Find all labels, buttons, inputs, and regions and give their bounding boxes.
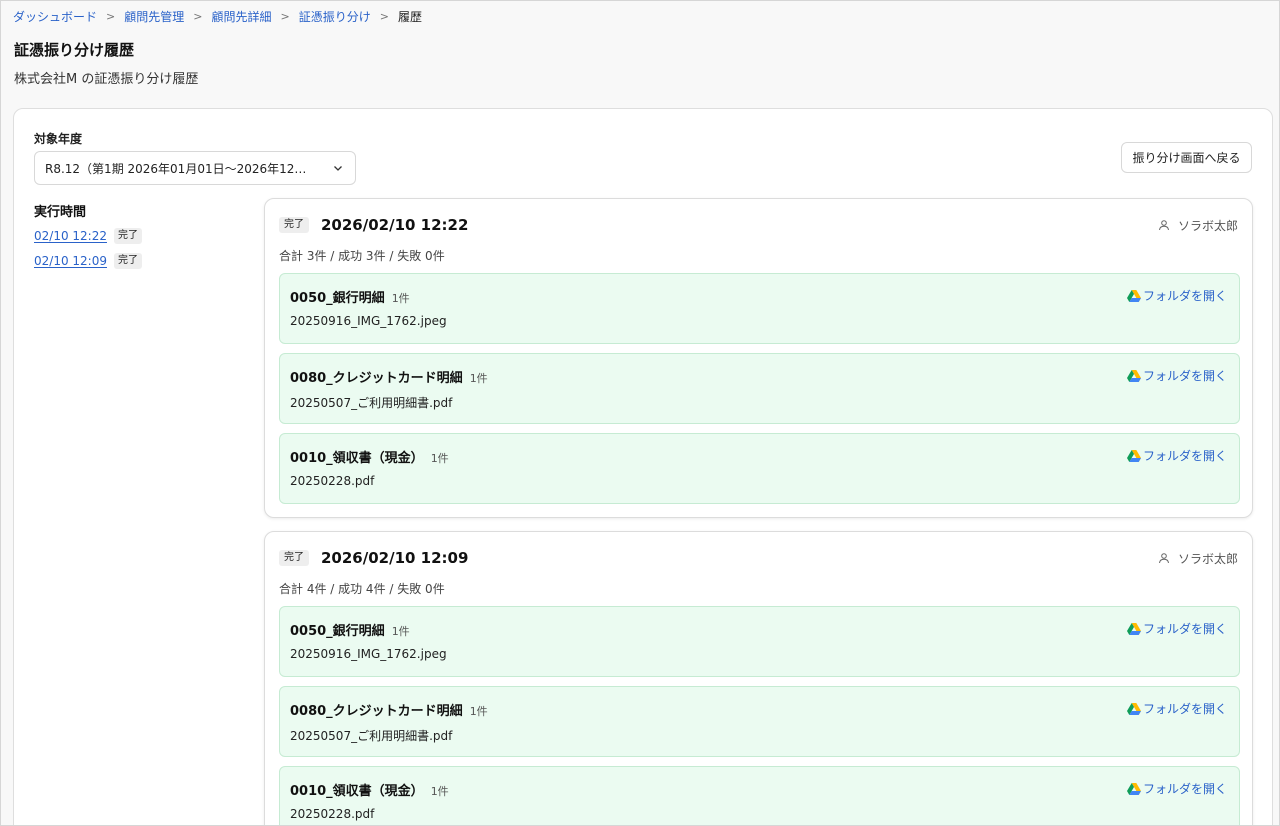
category-count: 1件 xyxy=(391,292,410,305)
category-count: 1件 xyxy=(430,785,449,798)
category-card: 0050_銀行明細 1件 20250916_IMG_1762.jpeg フォルダを… xyxy=(279,606,1240,677)
open-folder-label: フォルダを開く xyxy=(1142,782,1227,796)
page-subtitle: 株式会社M の証憑振り分け履歴 xyxy=(14,72,199,87)
category-name: 0010_領収書（現金） 1件 xyxy=(290,780,449,799)
category-list: 0050_銀行明細 1件 20250916_IMG_1762.jpeg フォルダを… xyxy=(279,273,1240,513)
open-folder-link[interactable]: フォルダを開く xyxy=(1126,620,1227,637)
history-panel: 対象年度 R8.12（第1期 2026年01月01日～2026年12… 振り分け… xyxy=(13,108,1273,825)
category-name-text: 0010_領収書（現金） xyxy=(290,451,424,466)
category-name-text: 0080_クレジットカード明細 xyxy=(290,371,463,386)
category-file: 20250916_IMG_1762.jpeg xyxy=(290,647,447,661)
breadcrumb-separator: > xyxy=(193,9,203,23)
category-name-text: 0050_銀行明細 xyxy=(290,291,385,306)
run-user: ソラボ太郎 xyxy=(1158,550,1238,567)
status-badge: 完了 xyxy=(279,550,309,566)
category-name-text: 0050_銀行明細 xyxy=(290,624,385,639)
page-title: 証憑振り分け履歴 xyxy=(14,41,135,59)
google-drive-icon xyxy=(1126,289,1141,302)
category-file: 20250507_ご利用明細書.pdf xyxy=(290,396,453,410)
breadcrumb-history: 履歴 xyxy=(397,9,422,24)
run-user-name: ソラボ太郎 xyxy=(1177,218,1238,233)
breadcrumb-separator: > xyxy=(106,9,116,23)
run-card: 完了 2026/02/10 12:22 ソラボ太郎 合計 3件 / 成功 3件 … xyxy=(264,198,1253,518)
breadcrumb-separator: > xyxy=(379,9,389,23)
run-header: 完了 2026/02/10 12:09 ソラボ太郎 xyxy=(279,548,1238,568)
open-folder-label: フォルダを開く xyxy=(1142,622,1227,636)
google-drive-icon xyxy=(1126,782,1141,795)
breadcrumb-dashboard[interactable]: ダッシュボード xyxy=(13,8,97,25)
open-folder-label: フォルダを開く xyxy=(1142,702,1227,716)
open-folder-label: フォルダを開く xyxy=(1142,449,1227,463)
open-folder-link[interactable]: フォルダを開く xyxy=(1126,780,1227,797)
run-summary: 合計 4件 / 成功 4件 / 失敗 0件 xyxy=(279,582,445,596)
breadcrumb-clients[interactable]: 顧問先管理 xyxy=(124,8,184,25)
run-time-list: 02/10 12:22 完了 02/10 12:09 完了 xyxy=(34,227,142,277)
google-drive-icon xyxy=(1126,622,1141,635)
category-name-text: 0080_クレジットカード明細 xyxy=(290,704,463,719)
google-drive-icon xyxy=(1126,702,1141,715)
category-name: 0080_クレジットカード明細 1件 xyxy=(290,367,488,386)
fiscal-year-label: 対象年度 xyxy=(34,132,83,146)
category-count: 1件 xyxy=(430,452,449,465)
run-time-item[interactable]: 02/10 12:22 完了 xyxy=(34,227,142,245)
open-folder-label: フォルダを開く xyxy=(1142,289,1227,303)
app-window: ダッシュボード > 顧問先管理 > 顧問先詳細 > 証憑振り分け > 履歴 証憑… xyxy=(0,0,1280,826)
open-folder-link[interactable]: フォルダを開く xyxy=(1126,447,1227,464)
category-card: 0050_銀行明細 1件 20250916_IMG_1762.jpeg フォルダを… xyxy=(279,273,1240,344)
breadcrumb: ダッシュボード > 顧問先管理 > 顧問先詳細 > 証憑振り分け > 履歴 xyxy=(13,7,422,25)
open-folder-link[interactable]: フォルダを開く xyxy=(1126,287,1227,304)
chevron-down-icon xyxy=(334,166,342,171)
category-name: 0050_銀行明細 1件 xyxy=(290,287,410,306)
breadcrumb-sorting[interactable]: 証憑振り分け xyxy=(299,8,371,25)
run-time-list-title: 実行時間 xyxy=(34,205,87,220)
category-name-text: 0010_領収書（現金） xyxy=(290,784,424,799)
category-file: 20250228.pdf xyxy=(290,474,375,488)
google-drive-icon xyxy=(1126,449,1141,462)
run-datetime: 2026/02/10 12:22 xyxy=(321,216,469,234)
run-time-link[interactable]: 02/10 12:09 xyxy=(34,254,107,268)
fiscal-year-select[interactable]: R8.12（第1期 2026年01月01日～2026年12… xyxy=(34,151,356,185)
category-card: 0080_クレジットカード明細 1件 20250507_ご利用明細書.pdf フォ… xyxy=(279,686,1240,757)
category-card: 0010_領収書（現金） 1件 20250228.pdf フォルダを開く xyxy=(279,433,1240,504)
back-to-sorting-button[interactable]: 振り分け画面へ戻る xyxy=(1121,142,1252,173)
run-time-link[interactable]: 02/10 12:22 xyxy=(34,229,107,243)
category-card: 0080_クレジットカード明細 1件 20250507_ご利用明細書.pdf フォ… xyxy=(279,353,1240,424)
open-folder-link[interactable]: フォルダを開く xyxy=(1126,367,1227,384)
run-time-item[interactable]: 02/10 12:09 完了 xyxy=(34,252,142,270)
category-file: 20250228.pdf xyxy=(290,807,375,821)
status-badge: 完了 xyxy=(113,228,142,244)
run-user-name: ソラボ太郎 xyxy=(1177,551,1238,566)
run-header: 完了 2026/02/10 12:22 ソラボ太郎 xyxy=(279,215,1238,235)
category-list: 0050_銀行明細 1件 20250916_IMG_1762.jpeg フォルダを… xyxy=(279,606,1240,825)
open-folder-link[interactable]: フォルダを開く xyxy=(1126,700,1227,717)
category-name: 0080_クレジットカード明細 1件 xyxy=(290,700,488,719)
category-name: 0050_銀行明細 1件 xyxy=(290,620,410,639)
run-user: ソラボ太郎 xyxy=(1158,217,1238,234)
run-card: 完了 2026/02/10 12:09 ソラボ太郎 合計 4件 / 成功 4件 … xyxy=(264,531,1253,825)
user-icon xyxy=(1158,220,1169,231)
user-icon xyxy=(1158,553,1169,564)
category-file: 20250507_ご利用明細書.pdf xyxy=(290,729,453,743)
category-count: 1件 xyxy=(469,705,488,718)
run-summary: 合計 3件 / 成功 3件 / 失敗 0件 xyxy=(279,249,445,263)
category-name: 0010_領収書（現金） 1件 xyxy=(290,447,449,466)
category-card: 0010_領収書（現金） 1件 20250228.pdf フォルダを開く xyxy=(279,766,1240,825)
status-badge: 完了 xyxy=(279,217,309,233)
status-badge: 完了 xyxy=(113,253,142,269)
breadcrumb-separator: > xyxy=(280,9,290,23)
category-file: 20250916_IMG_1762.jpeg xyxy=(290,314,447,328)
fiscal-year-value: R8.12（第1期 2026年01月01日～2026年12… xyxy=(45,161,307,176)
breadcrumb-client-detail[interactable]: 顧問先詳細 xyxy=(211,8,271,25)
category-count: 1件 xyxy=(391,625,410,638)
open-folder-label: フォルダを開く xyxy=(1142,369,1227,383)
google-drive-icon xyxy=(1126,369,1141,382)
run-datetime: 2026/02/10 12:09 xyxy=(321,549,469,567)
category-count: 1件 xyxy=(469,372,488,385)
